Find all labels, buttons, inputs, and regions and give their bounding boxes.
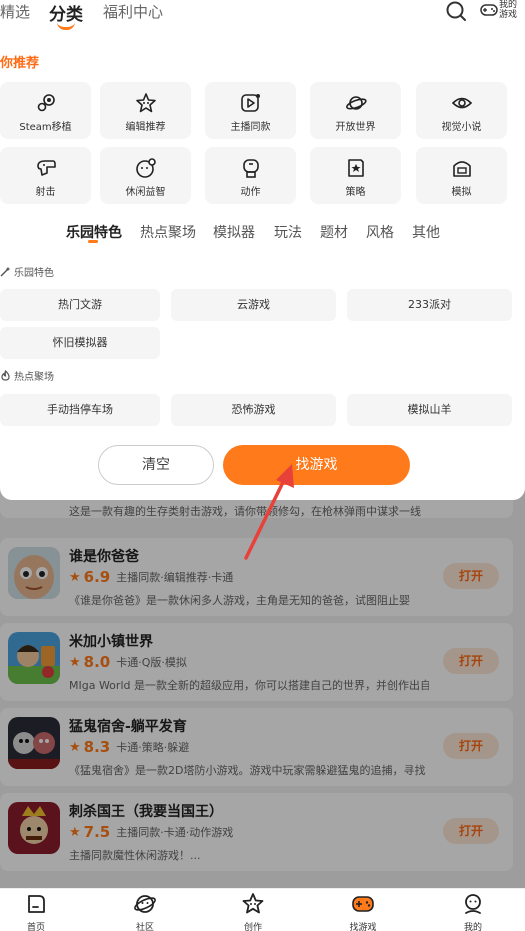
- nav-create[interactable]: 创作: [223, 892, 283, 931]
- gamepad-icon: [351, 892, 375, 916]
- filter-tab-other[interactable]: 其他: [412, 222, 440, 242]
- nav-label: 我的: [463, 923, 482, 931]
- category-label: 休闲益智: [125, 187, 166, 198]
- gamepad-icon: [480, 2, 498, 22]
- filter-tab-indicator: [88, 240, 98, 243]
- category-streamer-same[interactable]: 主播同款: [205, 82, 296, 139]
- community-icon: [133, 892, 157, 916]
- active-tab-indicator: [57, 22, 75, 30]
- category-editor-pick[interactable]: 编辑推荐: [100, 82, 191, 139]
- chip-hot-text-games[interactable]: 热门文游: [0, 289, 160, 321]
- my-games-button[interactable]: 我的 游戏: [480, 0, 522, 22]
- feature-section-heading: 乐园特色: [0, 264, 54, 279]
- category-label: 开放世界: [335, 122, 376, 133]
- feature-section-label: 乐园特色: [14, 267, 54, 279]
- category-action[interactable]: 动作: [205, 147, 296, 204]
- category-label: 策略: [345, 187, 366, 198]
- filter-tab-theme[interactable]: 题材: [320, 222, 348, 242]
- filter-tabs: 乐园特色 热点聚场 模拟器 玩法 题材 风格 其他: [0, 222, 525, 246]
- nav-find-games[interactable]: 找游戏: [333, 892, 393, 931]
- chip-retro-emulator[interactable]: 怀旧模拟器: [0, 327, 160, 359]
- strategy-icon: [345, 157, 367, 179]
- category-panel: 精选 分类 福利中心 我的 游戏 为你推荐 Steam移植 编辑推荐 主播同款 …: [0, 0, 525, 500]
- create-star-icon: [241, 892, 265, 916]
- nav-label: 创作: [243, 923, 262, 931]
- category-label: 射击: [35, 187, 56, 198]
- chip-goat-simulator[interactable]: 模拟山羊: [347, 394, 512, 426]
- tab-welfare[interactable]: 福利中心: [103, 1, 163, 22]
- video-play-icon: [240, 92, 262, 114]
- chip-cloud-games[interactable]: 云游戏: [171, 289, 336, 321]
- hot-section-label: 热点聚场: [14, 371, 54, 383]
- filter-tab-gameplay[interactable]: 玩法: [274, 222, 302, 242]
- chip-horror-games[interactable]: 恐怖游戏: [171, 394, 336, 426]
- category-strategy[interactable]: 策略: [310, 147, 401, 204]
- category-label: Steam移植: [19, 122, 72, 133]
- category-visual-novel[interactable]: 视觉小说: [416, 82, 507, 139]
- annotation-arrow: [244, 464, 294, 560]
- filter-tab-emulator[interactable]: 模拟器: [213, 222, 255, 242]
- category-label: 动作: [240, 187, 261, 198]
- clear-button[interactable]: 清空: [98, 445, 214, 485]
- category-label: 模拟: [451, 187, 472, 198]
- profile-icon: [461, 892, 485, 916]
- simulation-icon: [451, 157, 473, 179]
- my-games-label-2: 游戏: [499, 10, 518, 20]
- search-icon[interactable]: [445, 0, 467, 22]
- hot-section-heading: 热点聚场: [0, 368, 54, 383]
- fist-icon: [240, 157, 262, 179]
- puzzle-icon: [135, 157, 157, 179]
- section-title-recommend: 为你推荐: [0, 56, 40, 71]
- filter-tab-style[interactable]: 风格: [366, 222, 394, 242]
- category-steam-port[interactable]: Steam移植: [0, 82, 91, 139]
- my-games-label-1: 我的: [499, 0, 518, 10]
- nav-profile[interactable]: 我的: [443, 892, 503, 931]
- chip-manual-parking[interactable]: 手动挡停车场: [0, 394, 160, 426]
- category-label: 视觉小说: [441, 122, 482, 133]
- chip-233-party[interactable]: 233派对: [347, 289, 512, 321]
- home-icon: [24, 892, 48, 916]
- filter-tab-hot[interactable]: 热点聚场: [140, 222, 196, 242]
- star-badge-icon: [135, 92, 157, 114]
- category-open-world[interactable]: 开放世界: [310, 82, 401, 139]
- fire-icon: [1, 369, 10, 381]
- category-simulation[interactable]: 模拟: [416, 147, 507, 204]
- category-label: 主播同款: [230, 122, 271, 133]
- nav-home[interactable]: 首页: [6, 892, 66, 931]
- filter-tab-park-feature[interactable]: 乐园特色: [66, 222, 122, 242]
- planet-icon: [345, 92, 367, 114]
- steam-icon: [35, 92, 57, 114]
- nav-label: 找游戏: [349, 923, 377, 931]
- tab-selected[interactable]: 精选: [0, 1, 30, 22]
- bottom-nav: 首页 社区 创作 找游戏 我的: [0, 888, 525, 931]
- wand-icon: [0, 266, 11, 276]
- top-nav: 精选 分类 福利中心 我的 游戏: [0, 0, 525, 36]
- category-label: 编辑推荐: [125, 122, 166, 133]
- nav-label: 社区: [135, 923, 154, 931]
- gun-icon: [35, 157, 57, 179]
- eye-icon: [451, 92, 473, 114]
- category-shooting[interactable]: 射击: [0, 147, 91, 204]
- category-casual-puzzle[interactable]: 休闲益智: [100, 147, 191, 204]
- nav-label: 首页: [26, 923, 45, 931]
- nav-community[interactable]: 社区: [115, 892, 175, 931]
